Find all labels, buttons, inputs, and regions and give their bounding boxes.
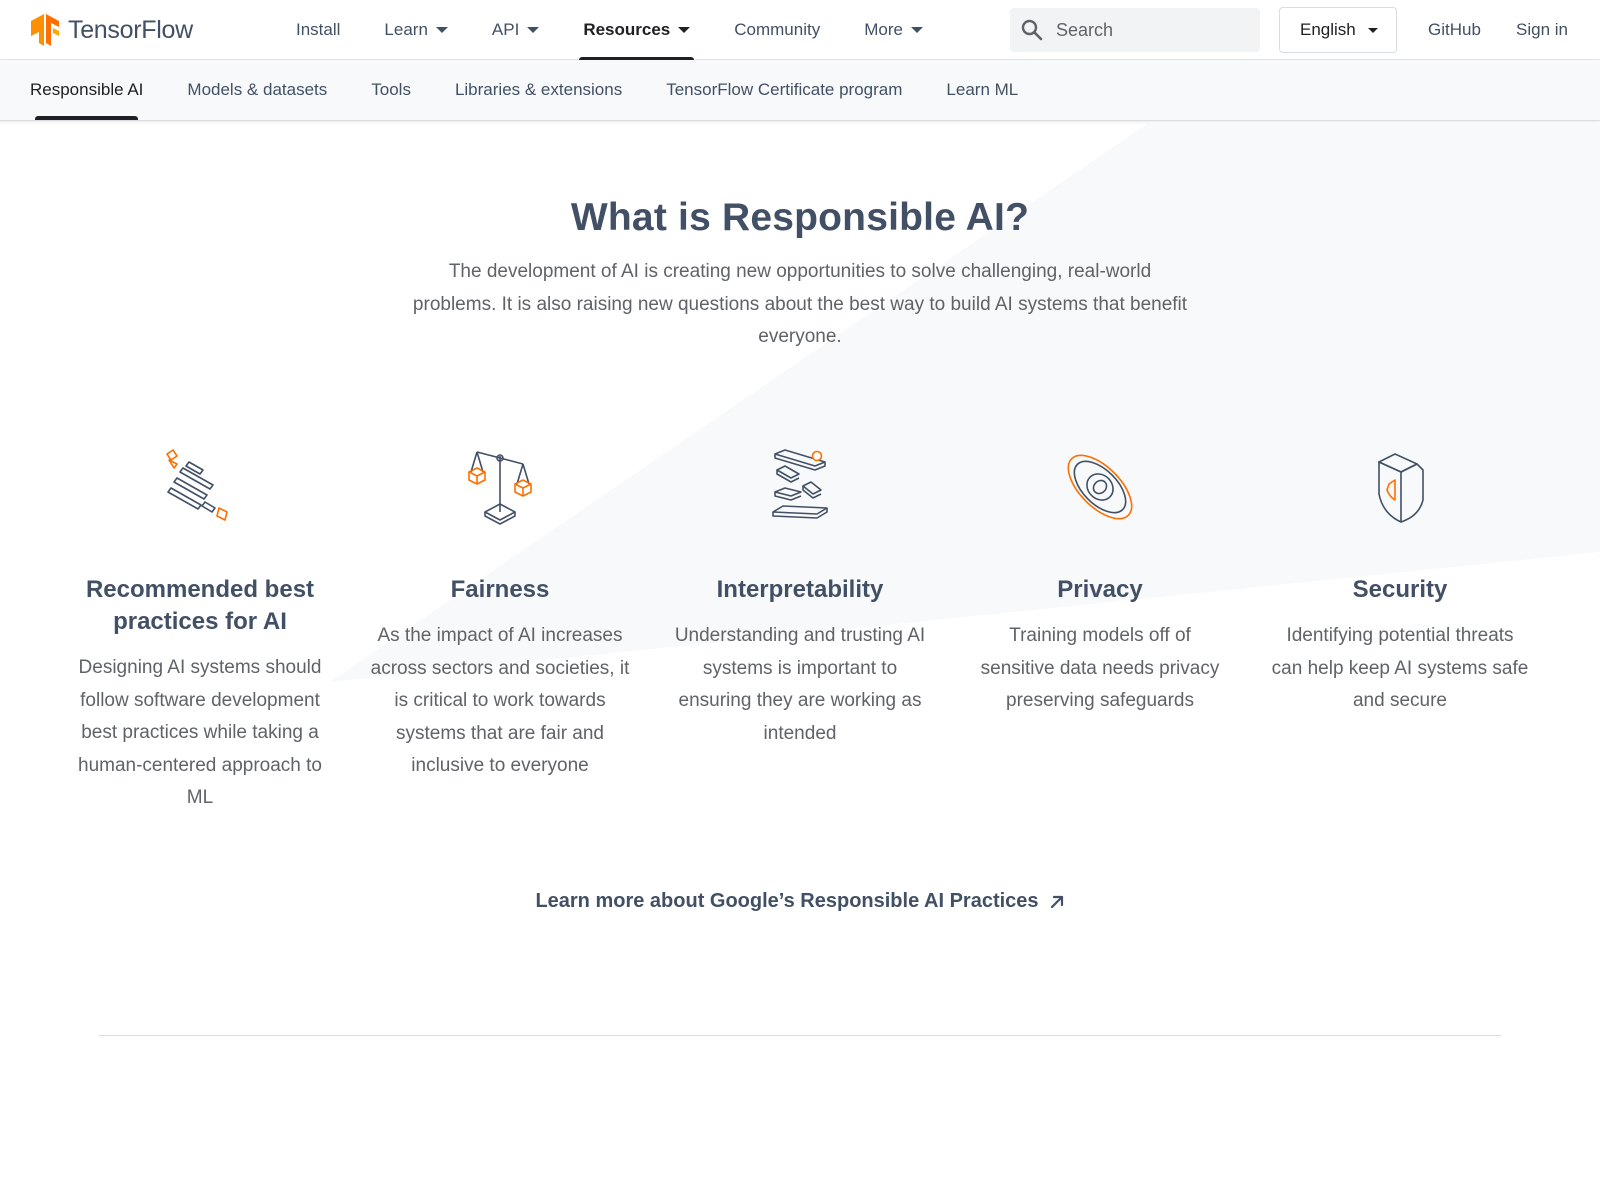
tensorflow-logo[interactable]: TensorFlow <box>29 12 193 48</box>
chevron-down-icon <box>1367 27 1378 33</box>
fairness-scale-icon <box>468 451 532 525</box>
tab-models-datasets[interactable]: Models & datasets <box>165 60 349 120</box>
card-title: Security <box>1352 576 1448 603</box>
main-nav: Install Learn API Resources Community Mo… <box>274 0 945 60</box>
card-privacy: Privacy Training models off of sensitive… <box>950 442 1250 718</box>
main-content: What is Responsible AI? The development … <box>0 122 1600 1200</box>
search-box[interactable] <box>1010 8 1260 52</box>
intro-paragraph: The development of AI is creating new op… <box>412 261 1188 347</box>
learn-more-section: Learn more about Google’s Responsible AI… <box>0 890 1600 913</box>
nav-resources-label: Resources <box>583 20 671 39</box>
nav-install-label: Install <box>296 20 341 39</box>
card-title: Privacy <box>1057 576 1143 603</box>
nav-api-label: API <box>491 20 520 39</box>
tab-label: Models & datasets <box>187 80 328 99</box>
tab-label: Tools <box>371 80 411 99</box>
page-title: What is Responsible AI? <box>570 196 1030 239</box>
brand-name: TensorFlow <box>68 15 193 44</box>
card-fairness: Fairness As the impact of AI increases a… <box>350 442 650 783</box>
nav-more[interactable]: More <box>842 0 945 60</box>
tab-tools[interactable]: Tools <box>349 60 433 120</box>
nav-api[interactable]: API <box>470 0 561 60</box>
card-description: Identifying potential threats can help k… <box>1271 625 1529 711</box>
security-shield-icon <box>1378 453 1424 523</box>
card-title: Interpretability <box>716 576 884 603</box>
privacy-eye-icon <box>1067 454 1133 520</box>
tab-certificate-program[interactable]: TensorFlow Certificate program <box>644 60 924 120</box>
card-interpretability: Interpretability Understanding and trust… <box>650 442 950 750</box>
language-select[interactable]: English <box>1279 7 1397 53</box>
tab-libraries-extensions[interactable]: Libraries & extensions <box>433 60 644 120</box>
card-title: Fairness <box>450 576 550 603</box>
best-practices-icon <box>166 449 228 521</box>
card-description: Designing AI systems should follow softw… <box>78 657 322 808</box>
github-link[interactable]: GitHub <box>1428 0 1481 60</box>
tab-label: Libraries & extensions <box>454 80 623 99</box>
chevron-down-icon <box>678 27 691 33</box>
card-description: As the impact of AI increases across sec… <box>370 625 630 776</box>
search-icon[interactable] <box>1010 8 1054 52</box>
chevron-down-icon <box>435 27 448 33</box>
nav-community[interactable]: Community <box>712 0 842 60</box>
sign-in-link[interactable]: Sign in <box>1516 0 1568 60</box>
nav-learn[interactable]: Learn <box>362 0 469 60</box>
responsible-ai-practices-link[interactable]: Learn more about Google’s Responsible AI… <box>535 890 1064 913</box>
sub-nav: Responsible AI Models & datasets Tools L… <box>0 60 1600 121</box>
chevron-down-icon <box>527 27 540 33</box>
search-input[interactable] <box>1056 19 1246 41</box>
language-label: English <box>1300 20 1356 39</box>
tensorflow-logo-icon <box>31 14 59 46</box>
nav-more-label: More <box>864 20 903 39</box>
tab-label: Learn ML <box>946 80 1019 99</box>
tab-responsible-ai[interactable]: Responsible AI <box>8 60 165 120</box>
card-description: Training models off of sensitive data ne… <box>980 625 1220 711</box>
card-title: Recommended best practices for AI <box>85 576 315 635</box>
interpretability-icon <box>772 449 828 519</box>
nav-install[interactable]: Install <box>274 0 362 60</box>
tab-label: Responsible AI <box>30 80 144 99</box>
card-security: Security Identifying potential threats c… <box>1250 442 1550 718</box>
principles-cards: Recommended best practices for AI Design… <box>50 442 1550 842</box>
nav-community-label: Community <box>734 20 821 39</box>
chevron-down-icon <box>910 27 923 33</box>
top-header: TensorFlow Install Learn API Resources C… <box>0 0 1600 60</box>
tab-learn-ml[interactable]: Learn ML <box>924 60 1040 120</box>
tab-label: TensorFlow Certificate program <box>666 80 903 99</box>
section-divider <box>99 1035 1501 1036</box>
nav-learn-label: Learn <box>384 20 428 39</box>
card-description: Understanding and trusting AI systems is… <box>674 625 926 744</box>
nav-resources[interactable]: Resources <box>561 0 712 60</box>
external-link-icon <box>1050 895 1063 908</box>
card-best-practices: Recommended best practices for AI Design… <box>50 442 350 815</box>
learn-more-label: Learn more about Google’s Responsible AI… <box>535 890 1039 912</box>
